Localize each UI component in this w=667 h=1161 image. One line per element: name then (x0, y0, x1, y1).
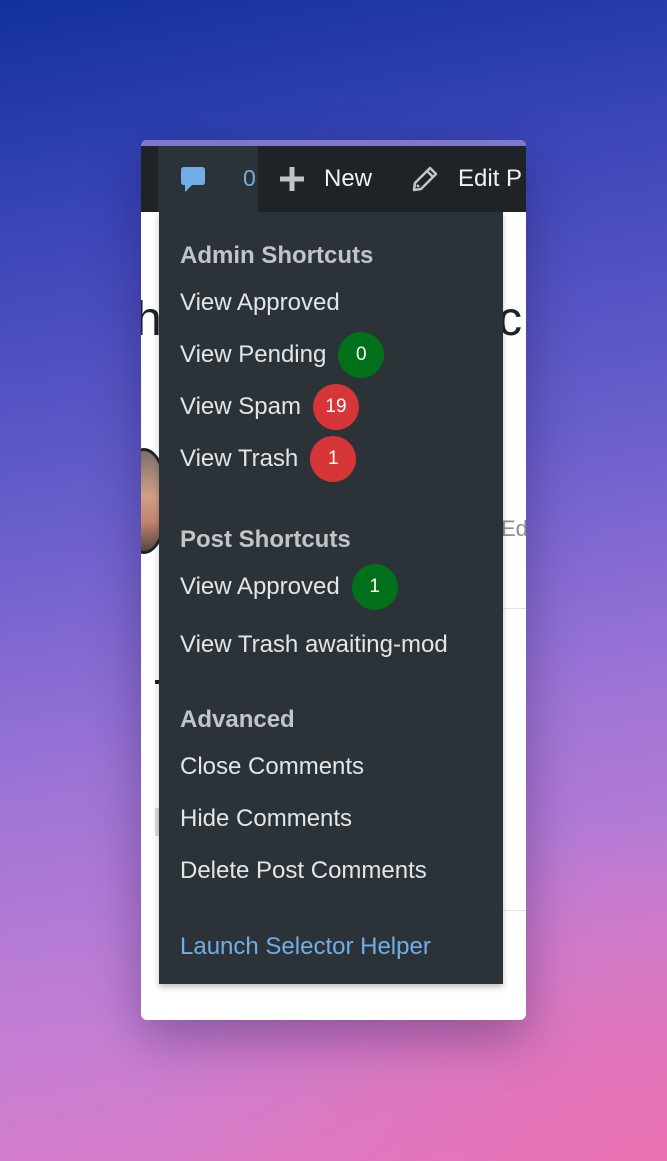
comments-dropdown-menu: Admin Shortcuts View Approved View Pendi… (159, 212, 503, 984)
pending-count-badge: 0 (338, 332, 385, 378)
launch-selector-helper-link[interactable]: Launch Selector Helper (180, 929, 431, 965)
plus-icon (280, 167, 304, 191)
post-shortcuts-heading: Post Shortcuts (180, 526, 351, 553)
comment-bubble-icon (181, 167, 205, 192)
admin-bar-comments[interactable]: 0 (158, 146, 258, 212)
comments-count: 0 (243, 165, 256, 191)
background-divider (501, 910, 526, 911)
admin-view-approved[interactable]: View Approved (180, 285, 340, 321)
advanced-heading: Advanced (180, 706, 295, 733)
menu-item-label: Close Comments (180, 753, 365, 780)
menu-item-label: View Trash (180, 445, 299, 472)
close-comments-item[interactable]: Close Comments (180, 749, 364, 785)
post-view-approved[interactable]: View Approved 1 (180, 564, 398, 610)
hide-comments-item[interactable]: Hide Comments (180, 801, 352, 837)
post-view-trash-awaiting-mod[interactable]: View Trash awaiting-mod (180, 627, 448, 663)
background-edit-fragment: Ed (501, 516, 526, 541)
admin-shortcuts-heading: Admin Shortcuts (180, 242, 374, 269)
admin-view-trash[interactable]: View Trash 1 (180, 436, 357, 482)
admin-view-pending[interactable]: View Pending 0 (180, 332, 385, 378)
admin-bar-edit[interactable]: Edit P (411, 146, 522, 212)
pencil-icon (412, 166, 438, 192)
menu-item-label: View Pending (180, 341, 327, 368)
menu-item-label: View Approved (180, 289, 340, 316)
menu-item-label: View Trash awaiting-mod (180, 631, 448, 658)
menu-item-label: View Approved (180, 573, 340, 600)
menu-item-label: Delete Post Comments (180, 857, 427, 884)
admin-bar: 0 New Edit P (141, 146, 526, 212)
menu-link-label: Launch Selector Helper (180, 933, 431, 960)
menu-item-label: Hide Comments (180, 805, 353, 832)
spam-count-badge: 19 (312, 384, 359, 430)
edit-label: Edit P (458, 165, 523, 192)
admin-view-spam[interactable]: View Spam 19 (180, 384, 359, 430)
admin-bar-new[interactable]: New (279, 146, 372, 212)
trash-count-badge: 1 (310, 436, 357, 482)
delete-post-comments-item[interactable]: Delete Post Comments (180, 853, 427, 889)
screenshot-card: h c Ed 0 New Edit P Admin Shortcuts View… (141, 140, 526, 1020)
new-label: New (324, 165, 373, 192)
approved-count-badge: 1 (351, 564, 398, 610)
menu-item-label: View Spam (180, 393, 301, 420)
background-divider (501, 608, 526, 609)
